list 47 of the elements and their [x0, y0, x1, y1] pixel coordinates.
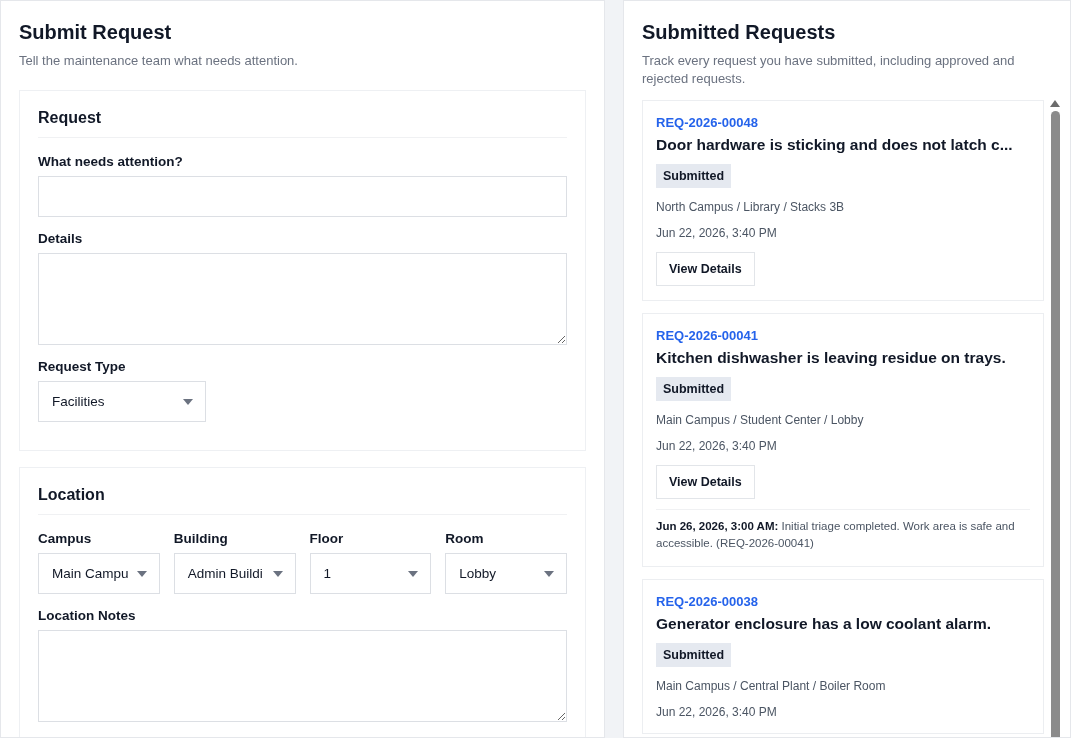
status-badge: Submitted	[656, 643, 732, 667]
caret-icon	[272, 570, 283, 577]
status-badge: Submitted	[656, 164, 732, 188]
request-date: Jun 22, 2026, 3:40 PM	[656, 226, 778, 240]
request-id-link[interactable]: REQ-2026-00048	[656, 115, 1030, 130]
caret-icon	[183, 398, 193, 405]
view-details-button[interactable]: View Details	[656, 465, 755, 499]
field-label: Location Notes	[38, 608, 137, 623]
dropdown[interactable]: 1	[309, 553, 432, 594]
page-title: Submit Request	[19, 21, 173, 44]
request-date: Jun 22, 2026, 3:40 PM	[656, 439, 778, 453]
scroll-up-icon[interactable]	[1050, 100, 1060, 107]
status-badge: Submitted	[656, 377, 732, 401]
field-label: What needs attention?	[38, 154, 184, 169]
request-title: Door hardware is sticking and does not latch c...	[656, 136, 1014, 154]
page-subtitle: Tell the maintenance team what needs attention.	[19, 52, 299, 70]
field-label: Floor	[309, 531, 345, 546]
dropdown[interactable]: Admin Buildi	[173, 553, 296, 594]
text-area[interactable]	[38, 630, 567, 722]
text-area[interactable]	[38, 253, 567, 345]
panel-subtitle: Track every request you have submitted, including approved and rejected requests.	[642, 52, 1016, 88]
request-title: Generator enclosure has a low coolant alarm.	[656, 615, 993, 633]
field-label: Room	[445, 531, 485, 546]
request-title: Kitchen dishwasher is leaving residue on trays.	[656, 349, 1007, 367]
scrollbar-thumb[interactable]	[1050, 111, 1060, 737]
dropdown[interactable]: Main Campu	[38, 553, 160, 594]
caret-icon	[544, 570, 554, 577]
field-label: Building	[173, 531, 229, 546]
caret-icon	[136, 570, 147, 577]
dropdown[interactable]: Facilities	[38, 381, 206, 422]
request-id-link[interactable]: REQ-2026-00038	[656, 594, 1030, 609]
dropdown[interactable]: Lobby	[445, 553, 567, 594]
request-location: Main Campus / Student Center / Lobby	[656, 413, 865, 427]
caret-icon	[408, 570, 419, 577]
field-label: Campus	[38, 531, 93, 546]
section-title: Location	[38, 486, 567, 515]
section-title: Request	[38, 109, 567, 138]
field-label: Request Type	[38, 359, 127, 374]
field-label: Details	[38, 231, 84, 246]
input-field[interactable]	[38, 176, 567, 217]
request-date: Jun 22, 2026, 3:40 PM	[656, 705, 778, 719]
request-note: Jun 26, 2026, 3:00 AM: Initial triage completed. Work area is safe and accessible. (REQ-2026-00041)	[656, 509, 1030, 552]
request-location: Main Campus / Central Plant / Boiler Room	[656, 679, 887, 693]
panel-title: Submitted Requests	[642, 21, 837, 44]
request-location: North Campus / Library / Stacks 3B	[656, 200, 846, 214]
view-details-button[interactable]: View Details	[656, 252, 755, 286]
request-id-link[interactable]: REQ-2026-00041	[656, 328, 1030, 343]
